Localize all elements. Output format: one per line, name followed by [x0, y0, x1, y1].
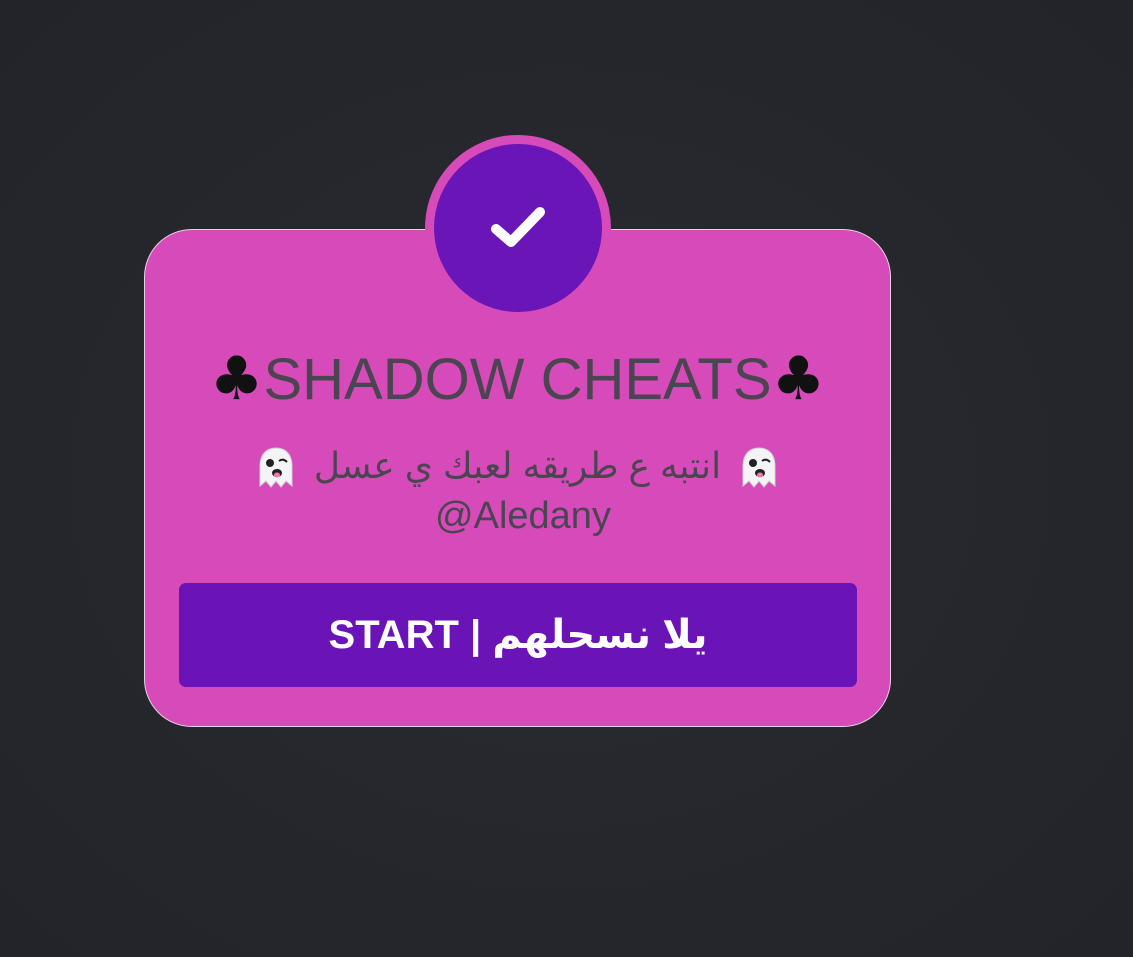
- subtitle-text: انتبه ع طريقه لعبك ي عسل: [313, 445, 722, 486]
- page-background: ♣SHADOW CHEATS♣ انتبه ع طريقه لعبك ي عسل…: [0, 0, 1133, 957]
- start-button[interactable]: START | يلا نسحلهم: [179, 583, 857, 687]
- author-handle: @Aledany: [435, 495, 611, 537]
- success-badge-inner: [434, 144, 602, 312]
- ghost-icon: [259, 447, 293, 489]
- subtitle: انتبه ع طريقه لعبك ي عسل: [0, 442, 1035, 490]
- club-suit-icon: ♣: [209, 344, 264, 414]
- page-title: ♣SHADOW CHEATS♣: [0, 344, 1035, 415]
- success-badge: [425, 135, 611, 321]
- club-suit-icon: ♣: [771, 344, 826, 414]
- checkmark-icon: [491, 207, 545, 247]
- ghost-icon: [742, 447, 776, 489]
- title-text: SHADOW CHEATS: [263, 347, 772, 412]
- start-button-label: START | يلا نسحلهم: [328, 613, 708, 657]
